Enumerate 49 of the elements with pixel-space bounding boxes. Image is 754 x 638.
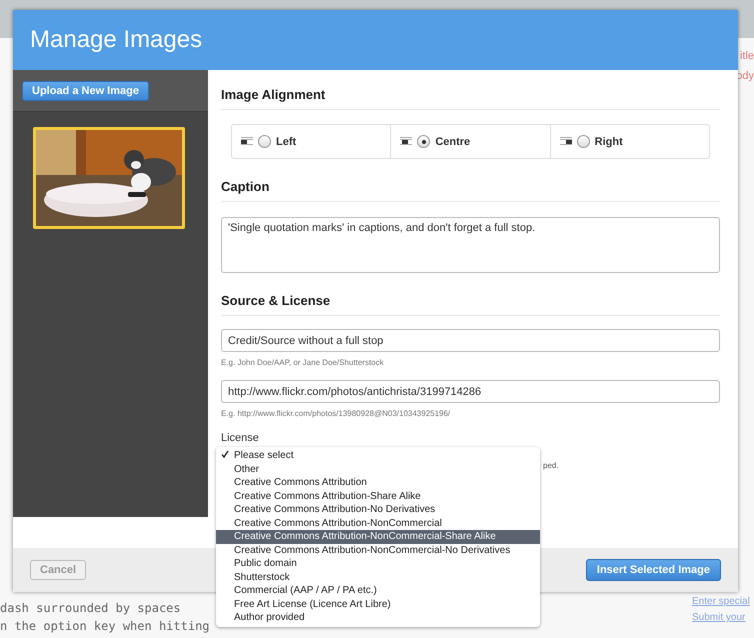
menu-item[interactable]: Creative Commons Attribution-No Derivatives: [216, 503, 540, 516]
menu-item-label: Public domain: [234, 558, 297, 570]
license-label: License: [221, 432, 260, 444]
background-text: dash surrounded by spaces: [0, 600, 181, 616]
radio-label: Centre: [435, 136, 470, 148]
menu-item-label: Other: [234, 464, 260, 475]
radio-button[interactable]: [417, 135, 430, 148]
radio-button[interactable]: [258, 135, 271, 148]
menu-item-label: Creative Commons Attribution: [234, 477, 367, 488]
menu-item-label: Creative Commons Attribution-NonCommercial: [234, 518, 442, 529]
alignment-icon: [560, 137, 572, 146]
url-field[interactable]: http://www.flickr.com/photos/antichrista/3199714286: [221, 380, 720, 403]
caption-field[interactable]: 'Single quotation marks' in captions, and don't forget a full stop.: [221, 217, 720, 273]
dialog-title: Manage Images: [30, 26, 202, 54]
field-hint: ped.: [543, 461, 559, 470]
menu-item[interactable]: Creative Commons Attribution-NonCommercial-No Derivatives: [216, 544, 540, 557]
menu-item-label: Shutterstock: [234, 572, 290, 583]
menu-item[interactable]: Commercial (AAP / AP / PA etc.): [216, 584, 540, 598]
menu-item[interactable]: Other: [216, 462, 540, 476]
menu-item[interactable]: Public domain: [216, 557, 540, 570]
menu-item[interactable]: Creative Commons Attribution-NonCommercial-Share Alike: [216, 530, 540, 544]
menu-item-label: Author provided: [234, 612, 305, 624]
menu-item[interactable]: Free Art License (Licence Art Libre): [216, 598, 540, 611]
menu-item-label: Commercial (AAP / AP / PA etc.): [234, 585, 377, 596]
menu-item[interactable]: Creative Commons Attribution-Share Alike: [216, 490, 540, 503]
menu-item-label: Creative Commons Attribution-NonCommercial-No Derivatives: [234, 544, 510, 556]
alignment-icon: [400, 137, 412, 146]
alignment-icon: [241, 137, 253, 146]
menu-item-label: Please select: [234, 450, 294, 462]
background-text: n the option key when hitting: [0, 618, 210, 634]
radio-button[interactable]: [576, 135, 590, 148]
section-heading: Image Alignment: [221, 82, 720, 110]
menu-item-label: Creative Commons Attribution-No Derivatives: [234, 504, 436, 516]
menu-item-label: Free Art License (Licence Art Libre): [234, 598, 391, 610]
background-label: itle: [740, 50, 754, 62]
menu-item[interactable]: Creative Commons Attribution: [216, 476, 540, 490]
radio-label: Left: [276, 136, 296, 148]
credit-field[interactable]: Credit/Source without a full stop: [221, 329, 720, 352]
field-hint: E.g. http://www.flickr.com/photos/13980928@N03/10343925196/: [221, 409, 452, 418]
section-heading: Source & License: [221, 288, 720, 316]
menu-item[interactable]: Creative Commons Attribution-NonCommercial: [216, 516, 540, 530]
menu-item[interactable]: Shutterstock: [216, 570, 540, 584]
radio-label: Right: [594, 136, 623, 148]
menu-item[interactable]: Author provided: [216, 611, 540, 624]
menu-item[interactable]: Please select: [216, 449, 540, 462]
menu-item-label: Creative Commons Attribution-Share Alike: [234, 490, 421, 502]
field-hint: E.g. John Doe/AAP, or Jane Doe/Shutterstock: [221, 358, 385, 367]
section-heading: Caption: [221, 174, 720, 202]
menu-item-label: Creative Commons Attribution-NonCommercial-Share Alike: [234, 531, 496, 542]
